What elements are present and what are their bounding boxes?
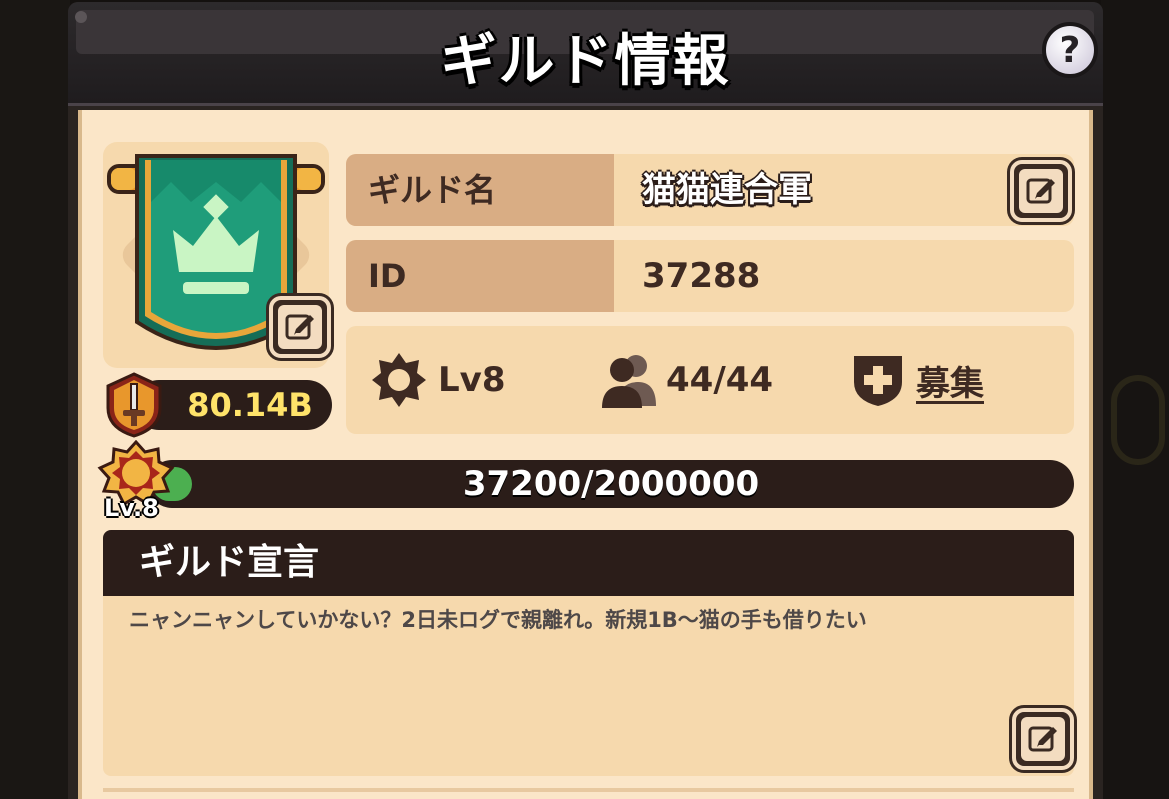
background-left (0, 0, 70, 799)
guild-name-edit-button[interactable] (1010, 160, 1072, 222)
guild-declaration-header: ギルド宣言 (103, 530, 1074, 596)
window-title: ギルド情報 (440, 29, 731, 94)
guild-id-label: ID (346, 240, 614, 312)
guild-members-value: 44/44 (666, 360, 774, 400)
level-badge-text: Lv.8 (104, 494, 159, 522)
guild-id-row: ID 37288 (346, 240, 1074, 312)
guild-declaration-text: ニャンニャンしていかない？2日未ログで親離れ。新規1B～猫の手も借りたい (129, 608, 867, 632)
guild-declaration-body: ニャンニャンしていかない？2日未ログで親離れ。新規1B～猫の手も借りたい (103, 596, 1074, 776)
bottom-divider (103, 788, 1074, 792)
declaration-edit-button[interactable] (1012, 708, 1074, 770)
pencil-icon (1028, 726, 1057, 752)
guild-power-value: 80.14B (187, 386, 313, 424)
guild-emblem-frame (103, 142, 331, 368)
guild-id-value: 37288 (642, 256, 761, 296)
guild-declaration-title: ギルド宣言 (139, 542, 320, 583)
title-bar: ギルド情報 ? (68, 2, 1103, 106)
content-area: 80.14B ギルド名 猫猫連合軍 ID 37288 Lv8 44/44 募集 … (78, 110, 1093, 799)
guild-level-stat: Lv8 (370, 326, 506, 434)
guild-xp-text: 37200/2000000 (462, 464, 760, 504)
question-icon: ? (1059, 29, 1081, 71)
guild-xp-bar: 37200/2000000 (148, 460, 1074, 508)
pencil-icon (1026, 178, 1055, 204)
guild-info-panel: ギルド情報 ? 80.14B ギルド名 猫猫連合軍 ID 37288 Lv8 4… (68, 2, 1103, 799)
recruit-label[interactable]: 募集 (916, 356, 984, 405)
gear-badge-icon (372, 353, 426, 407)
guild-level-value: Lv8 (438, 360, 506, 400)
help-button[interactable]: ? (1042, 22, 1098, 78)
emblem-edit-button[interactable] (269, 296, 331, 358)
recruit-link[interactable]: 募集 (850, 326, 984, 434)
guild-name-value: 猫猫連合軍 (642, 170, 812, 210)
people-icon (602, 355, 656, 408)
guild-name-row: ギルド名 猫猫連合軍 (346, 154, 1074, 226)
background-right (1101, 0, 1169, 799)
shield-plus-icon (854, 356, 902, 406)
sword-shield-icon (106, 372, 162, 438)
guild-name-label: ギルド名 (346, 154, 614, 226)
guild-members-stat: 44/44 (602, 326, 773, 434)
guild-stats-row: Lv8 44/44 募集 (346, 326, 1074, 434)
pencil-icon (285, 314, 314, 340)
